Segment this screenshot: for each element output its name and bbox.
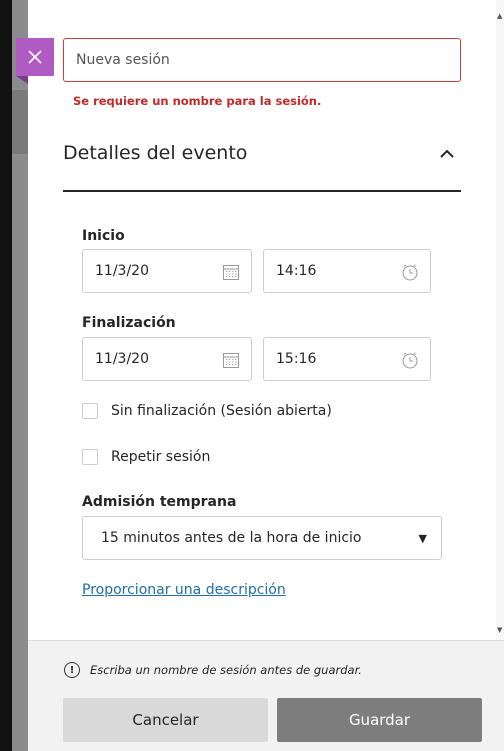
clock-icon[interactable] <box>400 262 420 282</box>
close-button[interactable] <box>16 38 54 84</box>
repeat-label: Repetir sesión <box>111 449 211 465</box>
save-button[interactable]: Guardar <box>277 698 482 742</box>
collapse-section-button[interactable] <box>437 144 457 164</box>
background-app-overlay <box>12 0 28 751</box>
end-time-field[interactable]: 15:16 <box>263 337 431 381</box>
footer-note: ! Escriba un nombre de sesión antes de g… <box>64 662 362 678</box>
end-date-value: 11/3/20 <box>95 351 149 367</box>
scrollbar[interactable] <box>496 0 504 640</box>
calendar-icon[interactable] <box>221 350 241 370</box>
early-entry-label: Admisión temprana <box>82 494 237 510</box>
caret-down-icon: ▼ <box>418 532 427 545</box>
end-date-field[interactable]: 11/3/20 <box>82 337 252 381</box>
end-label: Finalización <box>82 315 176 331</box>
no-end-checkbox[interactable] <box>82 403 98 419</box>
session-name-input[interactable] <box>63 38 461 82</box>
repeat-checkbox[interactable] <box>82 449 98 465</box>
info-icon: ! <box>64 662 80 678</box>
start-label: Inicio <box>82 228 125 244</box>
add-description-link[interactable]: Proporcionar una descripción <box>82 582 286 598</box>
clock-icon[interactable] <box>400 350 420 370</box>
footer-note-text: Escriba un nombre de sesión antes de gua… <box>90 663 362 677</box>
start-time-value: 14:16 <box>276 263 317 279</box>
start-time-field[interactable]: 14:16 <box>263 249 431 293</box>
early-entry-select[interactable]: 15 minutos antes de la hora de inicio ▼ <box>82 516 442 560</box>
section-title-event-details: Detalles del evento <box>63 142 248 164</box>
scroll-down-arrow[interactable]: ▼ <box>497 626 502 634</box>
no-end-option[interactable]: Sin finalización (Sesión abierta) <box>82 403 332 419</box>
section-divider <box>63 190 461 192</box>
close-icon <box>28 50 42 64</box>
early-entry-value: 15 minutos antes de la hora de inicio <box>101 530 362 546</box>
end-time-value: 15:16 <box>276 351 317 367</box>
name-error-message: Se requiere un nombre para la sesión. <box>73 94 322 108</box>
start-date-field[interactable]: 11/3/20 <box>82 249 252 293</box>
chevron-up-icon <box>440 149 454 158</box>
window-edge <box>0 0 12 751</box>
start-date-value: 11/3/20 <box>95 263 149 279</box>
no-end-label: Sin finalización (Sesión abierta) <box>111 403 332 419</box>
cancel-button[interactable]: Cancelar <box>63 698 268 742</box>
overlay-band <box>12 90 28 154</box>
scroll-up-arrow[interactable]: ▲ <box>497 12 502 20</box>
calendar-icon[interactable] <box>221 262 241 282</box>
repeat-option[interactable]: Repetir sesión <box>82 449 210 465</box>
